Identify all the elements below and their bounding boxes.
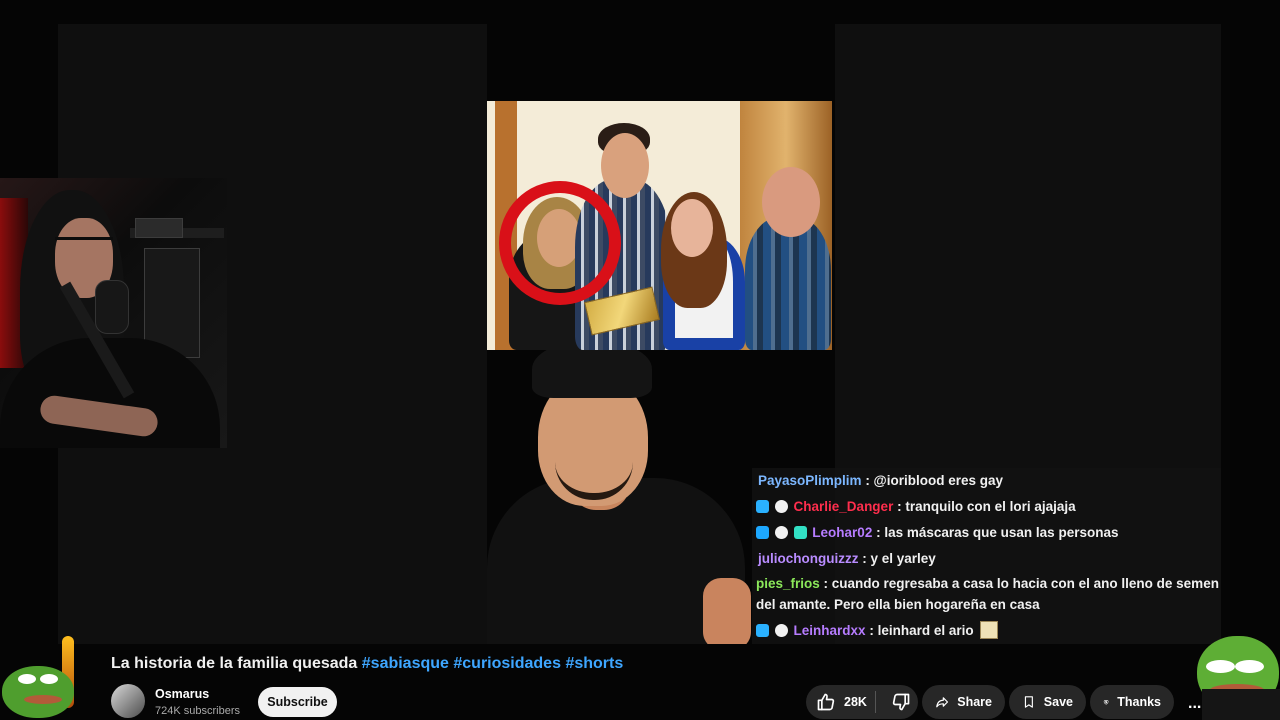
blue-play-badge [756,526,769,539]
right-frog-hoodie [1202,689,1280,720]
live-chat-overlay: PayasoPlimplim : @ioriblood eres gay Cha… [752,468,1221,644]
chat-message-text: : y el yarley [862,551,936,566]
hashtag-curiosidades[interactable]: #curiosidades [453,655,561,672]
chat-message-text: : tranquilo con el lori ajajaja [897,499,1076,514]
save-label: Save [1043,695,1073,709]
older-man-face [762,167,820,237]
thumbs-up-icon [817,693,835,711]
left-frog-mouth [24,695,62,704]
chat-message: Charlie_Danger : tranquilo con el lori a… [756,496,1236,517]
round-badge [774,624,788,637]
left-frog-eye [18,674,36,684]
chat-message: Leohar02 : las máscaras que usan las per… [756,522,1236,543]
chat-message-text: : leinhard el ario [869,623,974,638]
thumbs-down-icon [892,693,910,711]
like-button[interactable]: 28K [806,685,867,719]
chat-emote [980,621,999,639]
chat-message-text: : las máscaras que usan las personas [876,525,1119,540]
chat-message: juliochonguizzz : y el yarley [758,548,1238,569]
chat-user-name: PayasoPlimplim [758,473,862,488]
save-button[interactable]: Save [1009,685,1086,719]
speaker-cap [532,350,652,398]
chat-user-name: Leohar02 [812,525,873,540]
chat-user-name: pies_frios [756,576,820,591]
family-photo-overlay [487,101,832,350]
young-woman-face [671,199,713,257]
like-dislike-group[interactable]: 28K [806,685,918,719]
older-man-body [745,217,831,350]
video-title-text: La historia de la familia quesada [111,655,358,672]
share-button[interactable]: Share [922,685,1005,719]
chat-message-text: : @ioriblood eres gay [865,473,1004,488]
chat-user-name: juliochonguizzz [758,551,859,566]
right-frog-eye [1206,660,1235,673]
teal-badge [793,526,807,539]
hashtag-sabiasque[interactable]: #sabiasque [362,655,449,672]
youtube-shorts-stream-screen: PayasoPlimplim : @ioriblood eres gay Cha… [0,0,1280,720]
right-frog-eye [1235,660,1264,673]
bookmark-icon [1024,696,1033,708]
subscriber-count: 724K subscribers [155,705,240,717]
channel-avatar[interactable] [111,684,145,718]
hashtag-shorts[interactable]: #shorts [565,655,623,672]
video-title[interactable]: La historia de la familia quesada #sabia… [111,655,623,673]
like-count: 28K [844,695,867,709]
red-highlight-circle [499,181,621,305]
speaker-video [487,350,753,644]
round-badge [774,500,788,513]
more-actions-button[interactable]: ... [1188,695,1201,713]
blue-cube-badge [756,500,769,513]
channel-name[interactable]: Osmarus [155,687,209,701]
man-center-face [601,133,649,198]
chat-message-text: : cuando regresaba a casa lo hacia con e… [756,576,1219,612]
blue-cube-badge [756,624,769,637]
microphone [95,280,129,334]
share-arrow-icon [936,697,949,708]
thanks-button[interactable]: Thanks [1090,685,1174,719]
speaker-hand [703,578,751,644]
thanks-label: Thanks [1117,695,1161,709]
heart-dollar-icon [1103,700,1109,705]
chat-message: Leinhardxx : leinhard el ario [756,620,1236,641]
streamer-glasses [55,237,113,253]
chat-message: pies_frios : cuando regresaba a casa lo … [756,573,1236,615]
like-divider [874,691,876,713]
background-box [135,218,183,238]
streamer-webcam [0,178,227,448]
chat-message: PayasoPlimplim : @ioriblood eres gay [758,470,1238,491]
chat-user-name: Leinhardxx [793,623,866,638]
chat-user-name: Charlie_Danger [793,499,894,514]
dislike-button[interactable] [884,685,918,719]
left-frog-emote [2,666,74,718]
subscribe-button[interactable]: Subscribe [258,687,337,717]
left-frog-eye [40,674,58,684]
round-badge [774,526,788,539]
share-label: Share [957,695,992,709]
